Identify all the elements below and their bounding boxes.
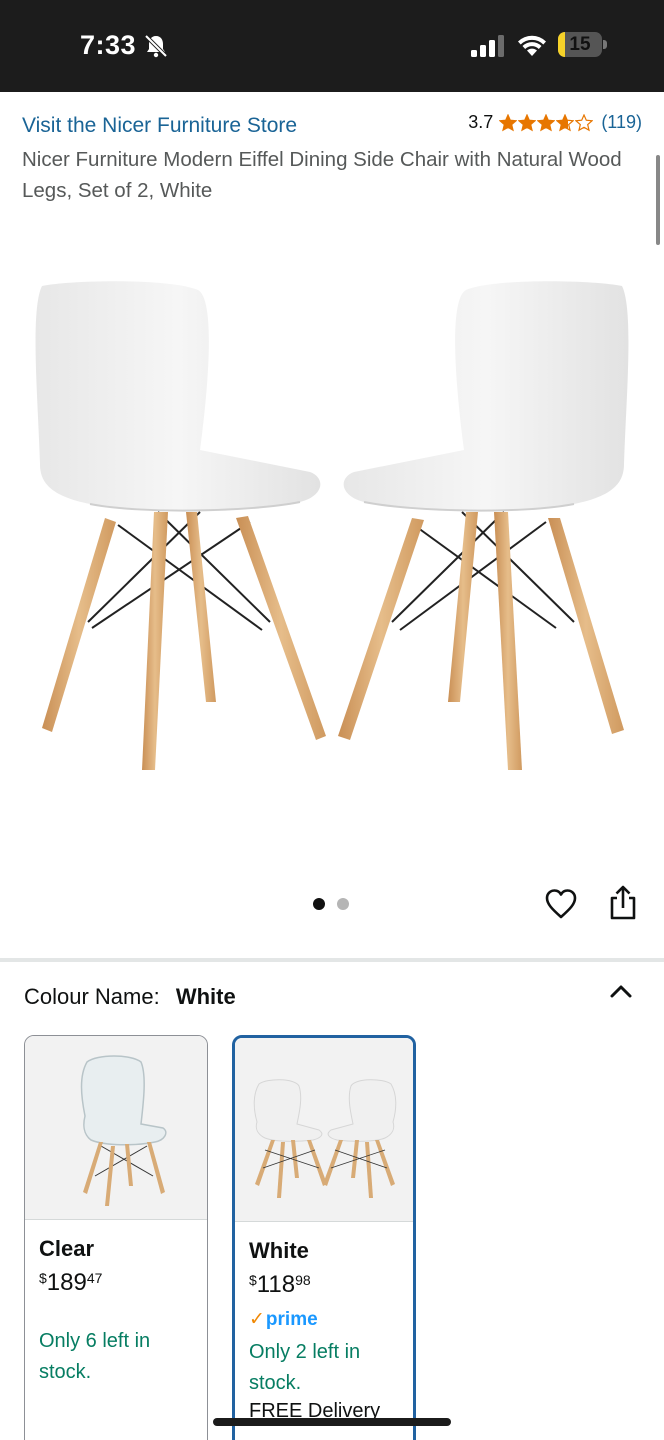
- price-cents: 47: [86, 1270, 103, 1286]
- swatch-price: $ 118 98: [249, 1272, 399, 1298]
- star-icon: [518, 113, 537, 131]
- gallery-dot[interactable]: [337, 898, 349, 910]
- colour-selected-value: White: [175, 984, 236, 1009]
- stock-status: Only 6 left in stock.: [39, 1330, 151, 1383]
- rating-count[interactable]: (119): [601, 112, 642, 133]
- swatch-white[interactable]: White $ 118 98 ✓ prime Only 2 left in st…: [232, 1035, 416, 1440]
- battery-tip: [603, 40, 607, 49]
- clear-chair-thumbnail: [80, 1055, 167, 1206]
- stock-status: Only 2 left in stock.: [249, 1341, 361, 1394]
- prime-check-icon: ✓: [249, 1309, 265, 1330]
- section-divider: [0, 958, 664, 962]
- gallery-pagination[interactable]: [313, 898, 349, 910]
- price-cents: 98: [295, 1272, 311, 1288]
- gallery-dot[interactable]: [313, 898, 325, 910]
- cellular-signal-icon: [471, 35, 504, 57]
- share-icon[interactable]: [606, 884, 640, 922]
- white-chair-thumbnail: [253, 1079, 397, 1198]
- swatch-name: White: [249, 1238, 309, 1263]
- chevron-up-icon[interactable]: [606, 978, 636, 1004]
- battery-indicator: 15: [558, 32, 602, 57]
- status-time: 7:33: [80, 30, 137, 60]
- home-indicator: [213, 1418, 451, 1426]
- store-link[interactable]: Visit the Nicer Furniture Store: [22, 114, 297, 138]
- price-whole: 189: [46, 1269, 87, 1296]
- scroll-indicator: [656, 155, 660, 245]
- star-icon: [499, 113, 518, 131]
- swatch-price: $ 189 47: [39, 1270, 193, 1296]
- chair-left: [35, 281, 326, 770]
- product-image[interactable]: [0, 250, 664, 850]
- star-icon: [556, 113, 575, 131]
- swatch-image-clear: [25, 1036, 207, 1220]
- swatch-image-white: [235, 1038, 413, 1222]
- star-icon: [575, 113, 594, 131]
- colour-label: Colour Name:: [24, 984, 160, 1009]
- status-bar: 7:33 15: [0, 0, 664, 92]
- swatch-name: Clear: [39, 1236, 95, 1261]
- wifi-icon: [518, 35, 546, 56]
- price-whole: 118: [256, 1271, 296, 1298]
- battery-percentage: 15: [569, 34, 591, 55]
- chair-right: [338, 281, 629, 770]
- colour-selector-heading: Colour Name: White: [24, 984, 236, 1010]
- bell-slash-icon: [144, 34, 168, 58]
- star-rating: [499, 113, 594, 132]
- swatch-details-white: White $ 118 98 ✓ prime Only 2 left in st…: [235, 1222, 413, 1439]
- rating-value: 3.7: [468, 112, 494, 132]
- heart-icon[interactable]: [544, 887, 578, 921]
- price-currency: $: [249, 1272, 257, 1288]
- prime-label: prime: [265, 1308, 318, 1330]
- product-title: Nicer Furniture Modern Eiffel Dining Sid…: [22, 148, 622, 202]
- star-icon: [537, 113, 556, 131]
- prime-badge: ✓ prime: [249, 1308, 399, 1331]
- swatch-clear[interactable]: Clear $ 189 47 Only 6 left in stock.: [24, 1035, 208, 1440]
- rating-summary[interactable]: 3.7 (119): [468, 112, 642, 133]
- swatch-details-clear: Clear $ 189 47 Only 6 left in stock.: [25, 1220, 207, 1404]
- price-currency: $: [39, 1270, 47, 1286]
